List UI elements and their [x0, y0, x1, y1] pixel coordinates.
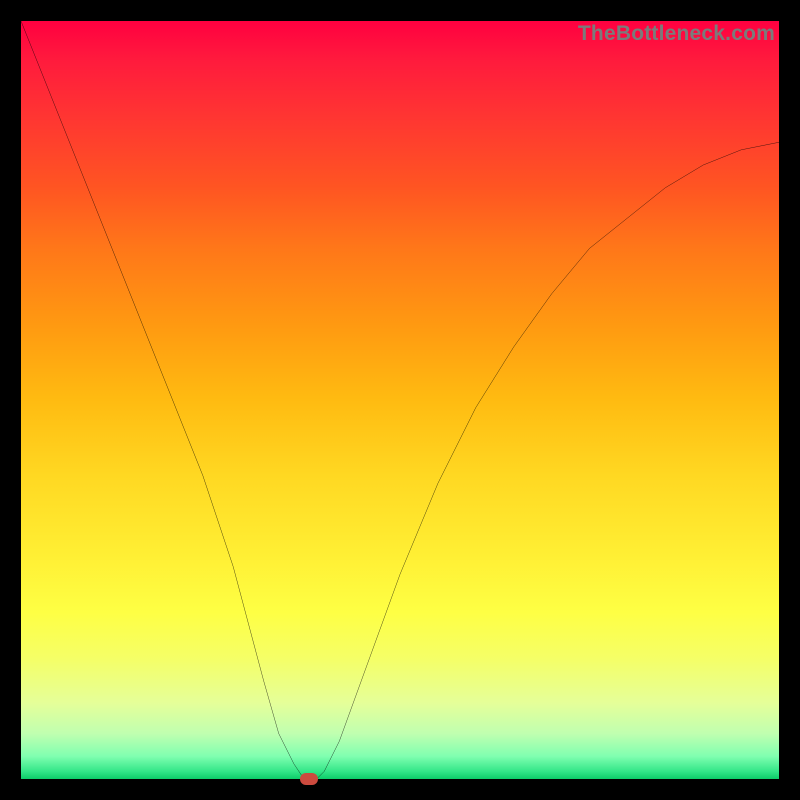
watermark-label: TheBottleneck.com	[578, 22, 775, 46]
bottleneck-curve	[21, 21, 779, 779]
plot-area: TheBottleneck.com	[21, 21, 779, 779]
optimal-point-marker	[300, 773, 318, 785]
chart-frame: TheBottleneck.com	[0, 0, 800, 800]
